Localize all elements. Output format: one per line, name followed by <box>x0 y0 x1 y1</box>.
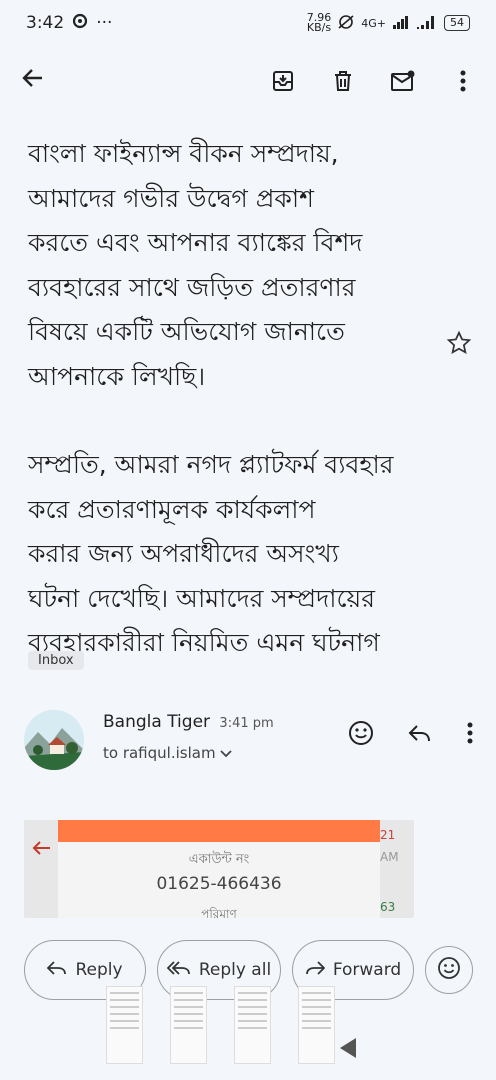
sender-name: Bangla Tiger <box>103 712 211 732</box>
battery-level: 54 <box>444 15 470 31</box>
status-time: 3:42 <box>26 13 65 33</box>
sender-row[interactable]: Bangla Tiger 3:41 pm to rafiqul.islam <box>24 708 484 772</box>
emoji-icon <box>437 956 461 985</box>
more-vert-icon[interactable] <box>466 721 474 749</box>
body-line: আমাদের গভীর উদ্বেগ প্রকাশ <box>28 183 314 213</box>
reply-icon <box>47 960 67 981</box>
trash-icon[interactable] <box>330 68 356 94</box>
emoji-button[interactable] <box>425 946 473 994</box>
reply-label: Reply <box>75 960 123 980</box>
attachment-header-bar <box>58 820 380 842</box>
body-line: ঘটনা দেখেছি। আমাদের সম্প্রদায়ের <box>28 583 376 613</box>
more-vert-icon[interactable] <box>450 68 476 94</box>
speed-unit: KB/s <box>306 21 332 34</box>
email-toolbar <box>0 52 496 110</box>
body-line: করতে এবং আপনার ব্যাঙ্কের বিশদ <box>28 228 363 257</box>
recent-app-thumbnails <box>106 986 335 1066</box>
att-side-text-1: 21 <box>380 828 396 842</box>
body-line: ব্যবহারের সাথে জড়িত প্রতারণার <box>28 272 356 302</box>
body-line: বিষয়ে একটি অভিযোগ জানাতে <box>28 317 345 346</box>
mark-unread-icon[interactable] <box>390 68 416 94</box>
sender-name-line: Bangla Tiger 3:41 pm <box>103 712 274 732</box>
app-thumbnail[interactable] <box>170 986 207 1064</box>
body-line: সম্প্রতি, আমরা নগদ প্ল্যাটফর্ম ব্যবহার <box>28 450 394 479</box>
body-line: করে প্রতারণামূলক কার্যকলাপ <box>28 494 316 524</box>
forward-label: Forward <box>332 960 402 980</box>
sent-time: 3:41 pm <box>219 716 274 731</box>
body-line: আপনাকে লিখছি। <box>28 361 206 391</box>
archive-icon[interactable] <box>270 68 296 94</box>
app-thumbnail[interactable] <box>298 986 335 1064</box>
network-type: 4G+ <box>361 16 386 30</box>
reply-all-label: Reply all <box>198 960 272 980</box>
amount-label: পরিমাণ <box>201 907 237 918</box>
reply-icon[interactable] <box>408 723 432 747</box>
star-icon[interactable] <box>446 330 474 358</box>
alarm-off-icon <box>337 14 355 33</box>
reply-all-icon <box>166 960 191 981</box>
inbox-label-chip[interactable]: Inbox <box>28 651 84 670</box>
back-arrow-icon[interactable] <box>20 65 60 98</box>
status-more: ··· <box>96 13 113 33</box>
status-bar: 3:42 ··· 7.96 KB/s 4G+ 54 <box>0 0 496 46</box>
notification-icon <box>72 13 88 34</box>
message-body: বাংলা ফাইন্যান্স বীকন সম্প্রদায়, আমাদের… <box>28 132 438 666</box>
app-thumbnail[interactable] <box>234 986 271 1064</box>
emoji-reaction-icon[interactable] <box>348 720 374 750</box>
network-speed: 7.96 KB/s <box>306 12 332 34</box>
account-label: একাউন্ট নং <box>188 852 250 867</box>
app-thumbnail[interactable] <box>106 986 143 1064</box>
signal-icon-2 <box>416 15 438 32</box>
chevron-down-icon[interactable] <box>220 744 232 762</box>
nav-back-icon[interactable] <box>340 1038 356 1058</box>
body-line: ব্যবহারকারীরা নিয়মিত এমন ঘটনাগ <box>28 628 380 657</box>
forward-icon <box>305 960 326 981</box>
body-line: করার জন্য অপরাধীদের অসংখ্য <box>28 539 339 568</box>
avatar[interactable] <box>24 710 84 770</box>
recipient: to rafiqul.islam <box>103 744 216 762</box>
attachment-preview[interactable]: 21 AM 63 একাউন্ট নং 01625-466436 পরিমাণ <box>24 820 414 918</box>
body-line: বাংলা ফাইন্যান্স বীকন সম্প্রদায়, <box>28 139 339 168</box>
recipient-line[interactable]: to rafiqul.islam <box>103 744 232 762</box>
signal-icon <box>392 15 410 32</box>
account-number: 01625-466436 <box>156 874 282 894</box>
